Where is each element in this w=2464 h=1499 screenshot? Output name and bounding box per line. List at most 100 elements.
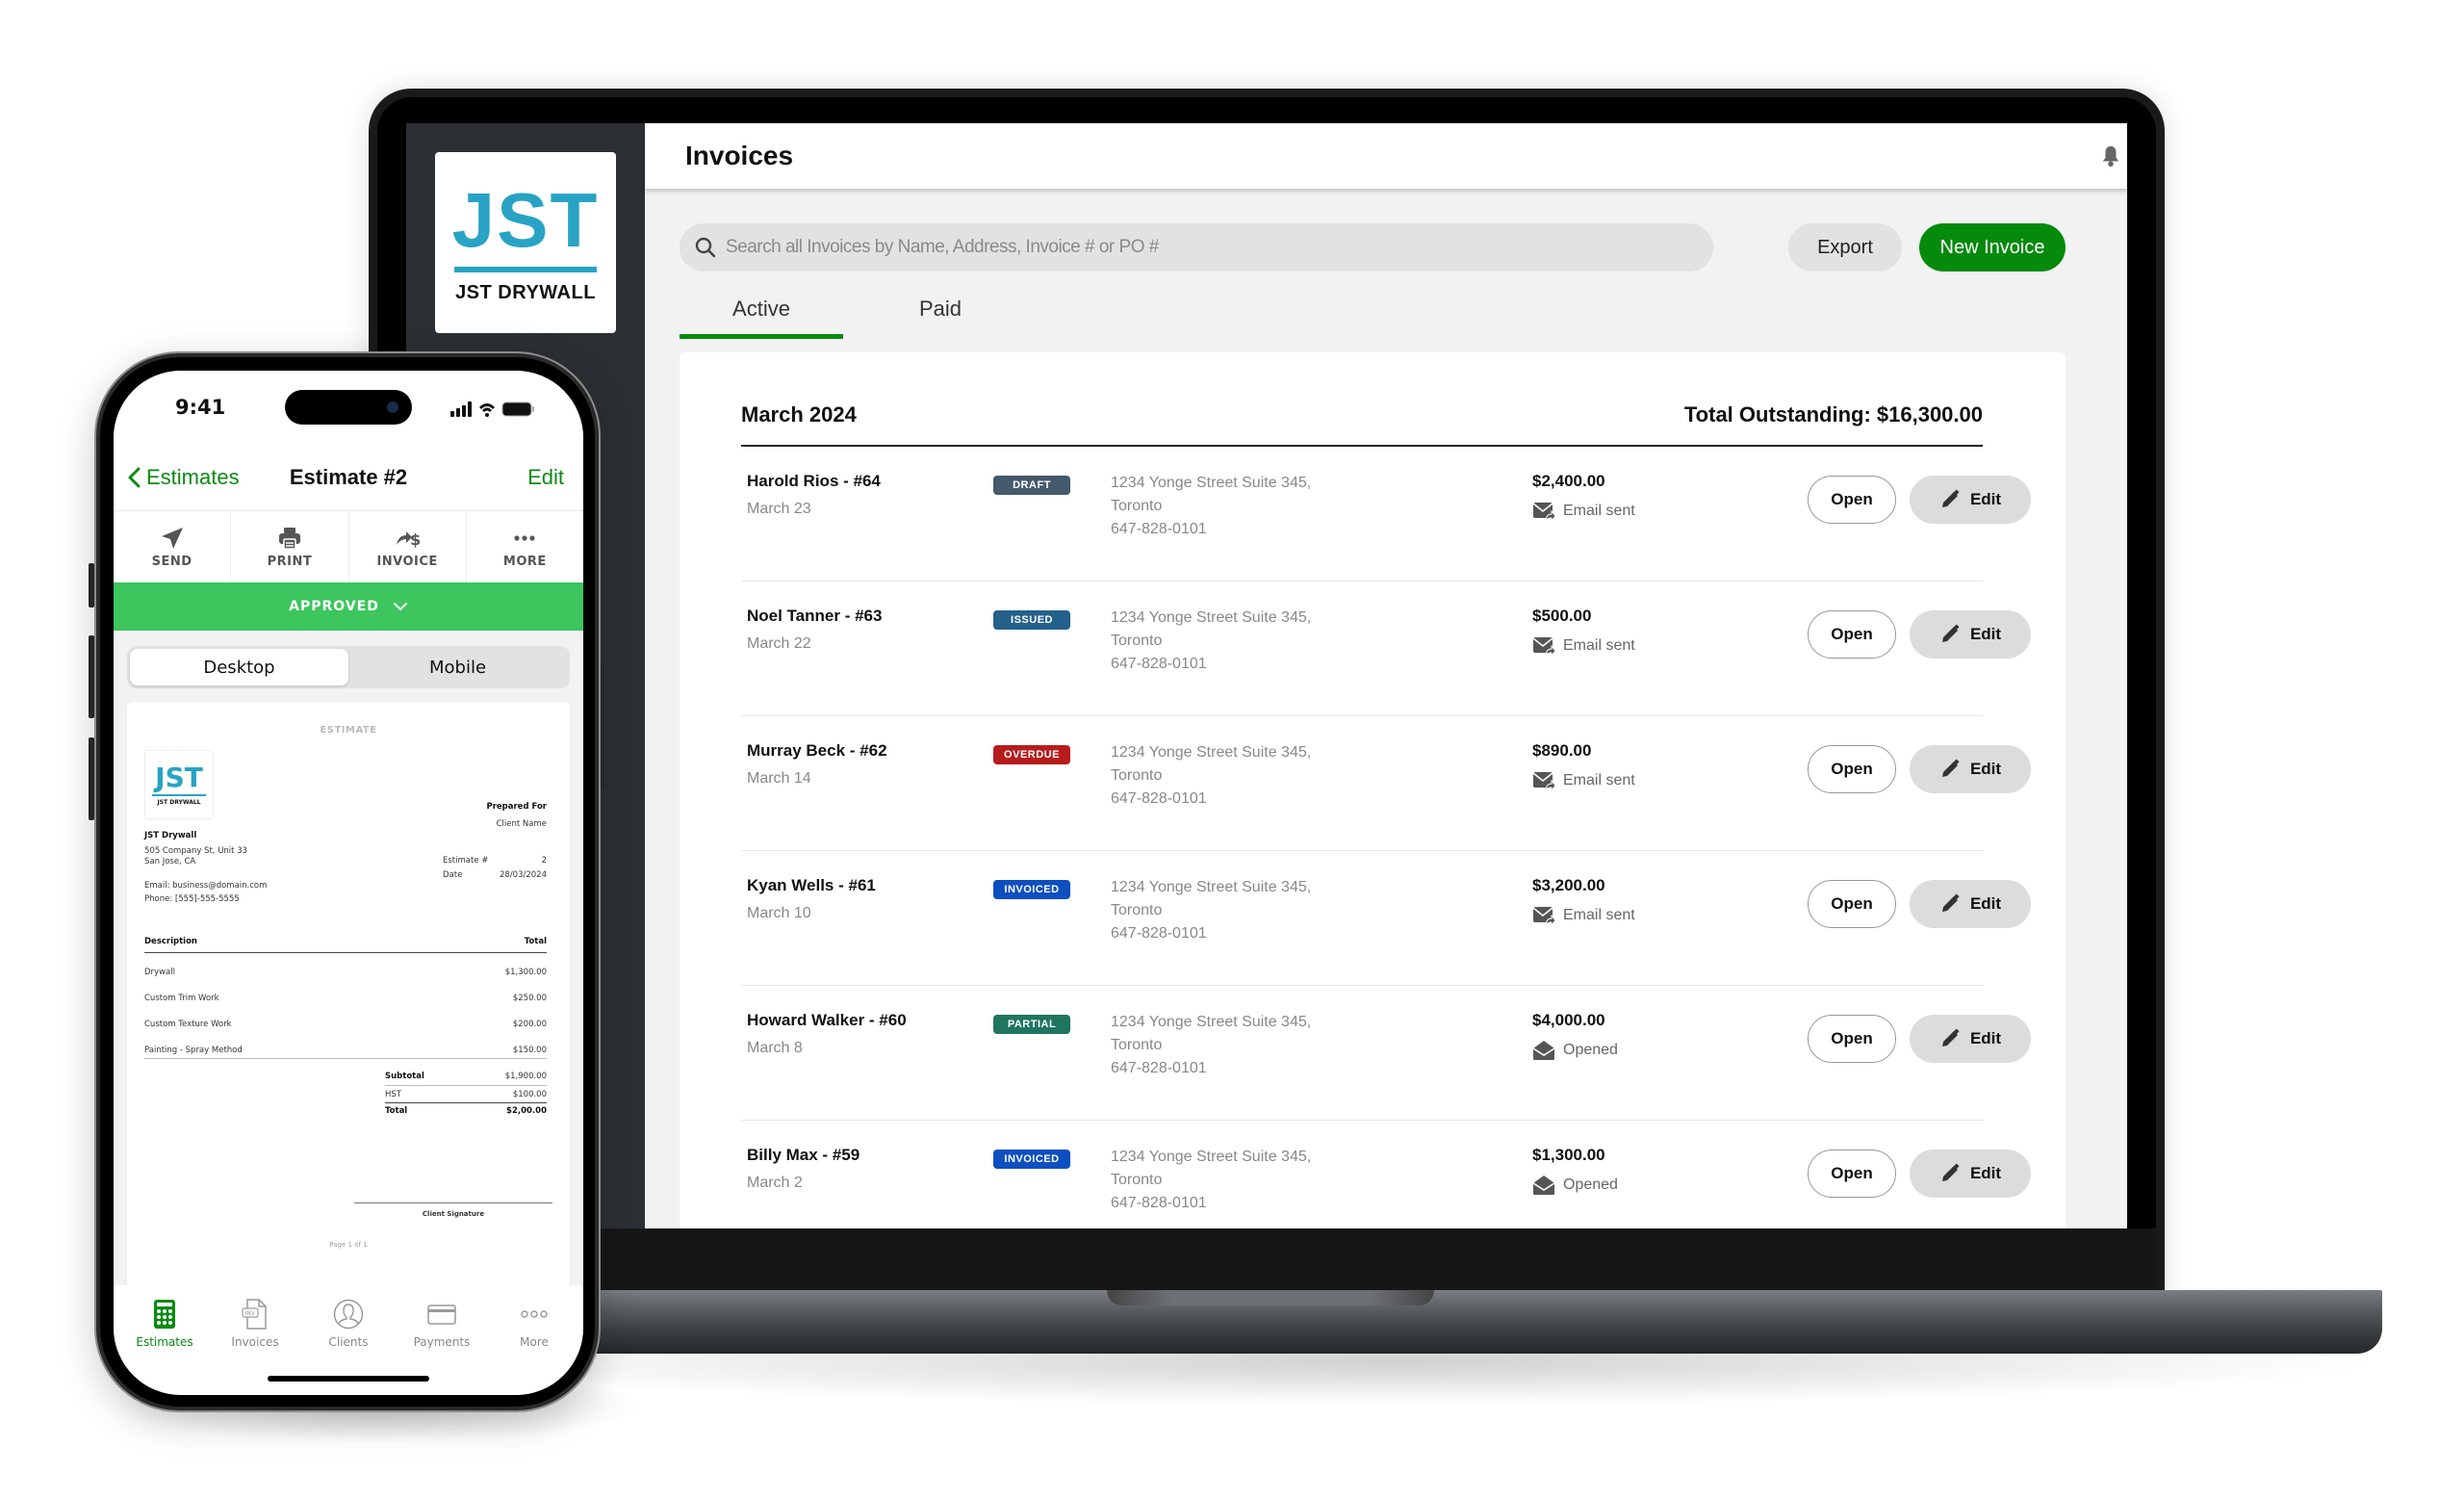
address-line1: 1234 Yonge Street Suite 345, (1111, 1149, 1312, 1165)
edit-button[interactable]: Edit (1910, 1150, 2031, 1198)
doc-item-total: $200.00 (512, 1020, 547, 1029)
doc-col-total: Total (524, 937, 547, 946)
tab-paid[interactable]: Paid (887, 297, 993, 322)
toggle-mobile[interactable]: Mobile (348, 649, 567, 685)
action-label: INVOICE (376, 554, 438, 569)
invoice-row[interactable]: Noel Tanner - #63 March 22 ISSUED 1234 Yong… (741, 582, 2031, 716)
invoice-row[interactable]: Howard Walker - #60 March 8 PARTIAL 1234 Yo… (741, 986, 2031, 1121)
status-banner-label: APPROVED (289, 599, 379, 614)
doc-estimate-no: 2 (541, 856, 547, 866)
customer-name[interactable]: Noel Tanner - #63 (747, 607, 882, 626)
doc-address-line2: San Jose, CA (144, 857, 196, 866)
active-tab-indicator (680, 334, 843, 339)
doc-page-label: Page 1 of 1 (329, 1241, 368, 1249)
status-badge: ISSUED (993, 610, 1070, 630)
invoice-row[interactable]: Kyan Wells - #61 March 10 INVOICED 1234 Yon… (741, 851, 2031, 986)
doc-signature-line (354, 1202, 552, 1203)
email-status: Opened (1532, 1040, 1618, 1061)
action-label: SEND (151, 554, 192, 569)
action-send[interactable]: SEND (114, 511, 232, 582)
top-header: Invoices Account ? (645, 123, 2127, 189)
toggle-desktop[interactable]: Desktop (130, 649, 348, 685)
email-status: Opened (1532, 1175, 1618, 1196)
bell-icon[interactable] (2100, 144, 2121, 168)
tab-clients[interactable]: Clients (301, 1299, 396, 1349)
address-line2: Toronto (1111, 1037, 1163, 1053)
open-button[interactable]: Open (1808, 610, 1896, 659)
tab-invoices[interactable]: INV Invoices (208, 1299, 302, 1349)
address-line1: 1234 Yonge Street Suite 345, (1111, 609, 1312, 626)
doc-estimate-no-label: Estimate # (443, 856, 489, 866)
more-icon (514, 534, 535, 541)
action-print[interactable]: PRINT (231, 511, 349, 582)
signal-icon (450, 401, 472, 417)
customer-address: 1234 Yonge Street Suite 345, Toronto 647-8… (1111, 741, 1311, 811)
laptop-base-front (369, 1329, 2382, 1354)
email-status-label: Opened (1563, 1042, 1618, 1058)
tab-label: Payments (413, 1335, 471, 1349)
logo-subtitle: JST DRYWALL (455, 281, 596, 303)
edit-button[interactable]: Edit (1910, 610, 2031, 659)
doc-email: Email: business@domain.com (144, 881, 268, 891)
customer-phone: 647-828-0101 (1111, 790, 1207, 807)
customer-name[interactable]: Murray Beck - #62 (747, 741, 887, 761)
doc-header-rule (144, 952, 547, 953)
mobile-edit-button[interactable]: Edit (527, 465, 564, 490)
customer-phone: 647-828-0101 (1111, 656, 1207, 672)
tab-payments[interactable]: Payments (395, 1299, 489, 1349)
tab-more[interactable]: More (487, 1299, 581, 1349)
wifi-icon (479, 403, 495, 417)
open-button[interactable]: Open (1808, 476, 1896, 524)
doc-items-rule (144, 1058, 547, 1059)
doc-item-description: Custom Texture Work (144, 1020, 232, 1029)
doc-heading: ESTIMATE (320, 725, 377, 736)
invoice-row[interactable]: Billy Max - #59 March 2 INVOICED 1234 Yonge… (741, 1121, 2031, 1228)
doc-total: $2,00.00 (506, 1106, 547, 1116)
invoice-row[interactable]: Murray Beck - #62 March 14 OVERDUE 1234 Yon… (741, 716, 2031, 851)
edit-button[interactable]: Edit (1910, 476, 2031, 524)
svg-text:$: $ (410, 530, 420, 549)
customer-phone: 647-828-0101 (1111, 521, 1207, 537)
edit-label: Edit (1969, 625, 2002, 643)
mail-sent-icon (1532, 907, 1555, 926)
invoice-row[interactable]: Harold Rios - #64 March 23 DRAFT 1234 Yonge… (741, 447, 2031, 582)
open-button[interactable]: Open (1808, 880, 1896, 928)
new-invoice-button[interactable]: New Invoice (1919, 223, 2066, 271)
customer-name[interactable]: Billy Max - #59 (747, 1146, 860, 1165)
action-more[interactable]: MORE (467, 511, 583, 582)
doc-item-description: Drywall (144, 968, 175, 977)
address-line1: 1234 Yonge Street Suite 345, (1111, 475, 1312, 491)
brand-logo[interactable]: JST JST DRYWALL (435, 152, 616, 333)
customer-name[interactable]: Harold Rios - #64 (747, 472, 881, 491)
edit-button[interactable]: Edit (1910, 880, 2031, 928)
customer-name[interactable]: Kyan Wells - #61 (747, 876, 876, 895)
edit-button[interactable]: Edit (1910, 1015, 2031, 1063)
more-dots-icon (521, 1310, 548, 1318)
email-status-label: Email sent (1563, 907, 1635, 923)
client-icon (333, 1299, 364, 1330)
open-button[interactable]: Open (1808, 1015, 1896, 1063)
search-bar[interactable] (680, 223, 1713, 271)
customer-name[interactable]: Howard Walker - #60 (747, 1011, 907, 1030)
export-button[interactable]: Export (1788, 223, 1902, 271)
tab-active[interactable]: Active (680, 297, 843, 322)
chevron-down-icon (393, 603, 407, 611)
edit-button[interactable]: Edit (1910, 745, 2031, 793)
action-invoice[interactable]: $ INVOICE (349, 511, 467, 582)
pencil-icon (1941, 759, 1960, 777)
pencil-icon (1941, 1163, 1960, 1181)
battery-icon (501, 401, 534, 417)
status-bar: 9:41 (114, 371, 583, 457)
status-banner[interactable]: APPROVED (114, 582, 583, 631)
mobile-app: 9:41 Estimates Estimate #2 Edit SEND PRI… (114, 371, 583, 1395)
address-line1: 1234 Yonge Street Suite 345, (1111, 879, 1312, 895)
open-button[interactable]: Open (1808, 745, 1896, 793)
open-button[interactable]: Open (1808, 1150, 1896, 1198)
svg-text:INV: INV (245, 1310, 256, 1317)
email-status-label: Opened (1563, 1176, 1618, 1193)
doc-logo-subtitle: JST DRYWALL (157, 798, 201, 806)
customer-address: 1234 Yonge Street Suite 345, Toronto 647-8… (1111, 472, 1311, 541)
search-input[interactable] (726, 237, 1669, 258)
tab-estimates[interactable]: Estimates (117, 1299, 212, 1349)
doc-date: 28/03/2024 (500, 870, 547, 880)
